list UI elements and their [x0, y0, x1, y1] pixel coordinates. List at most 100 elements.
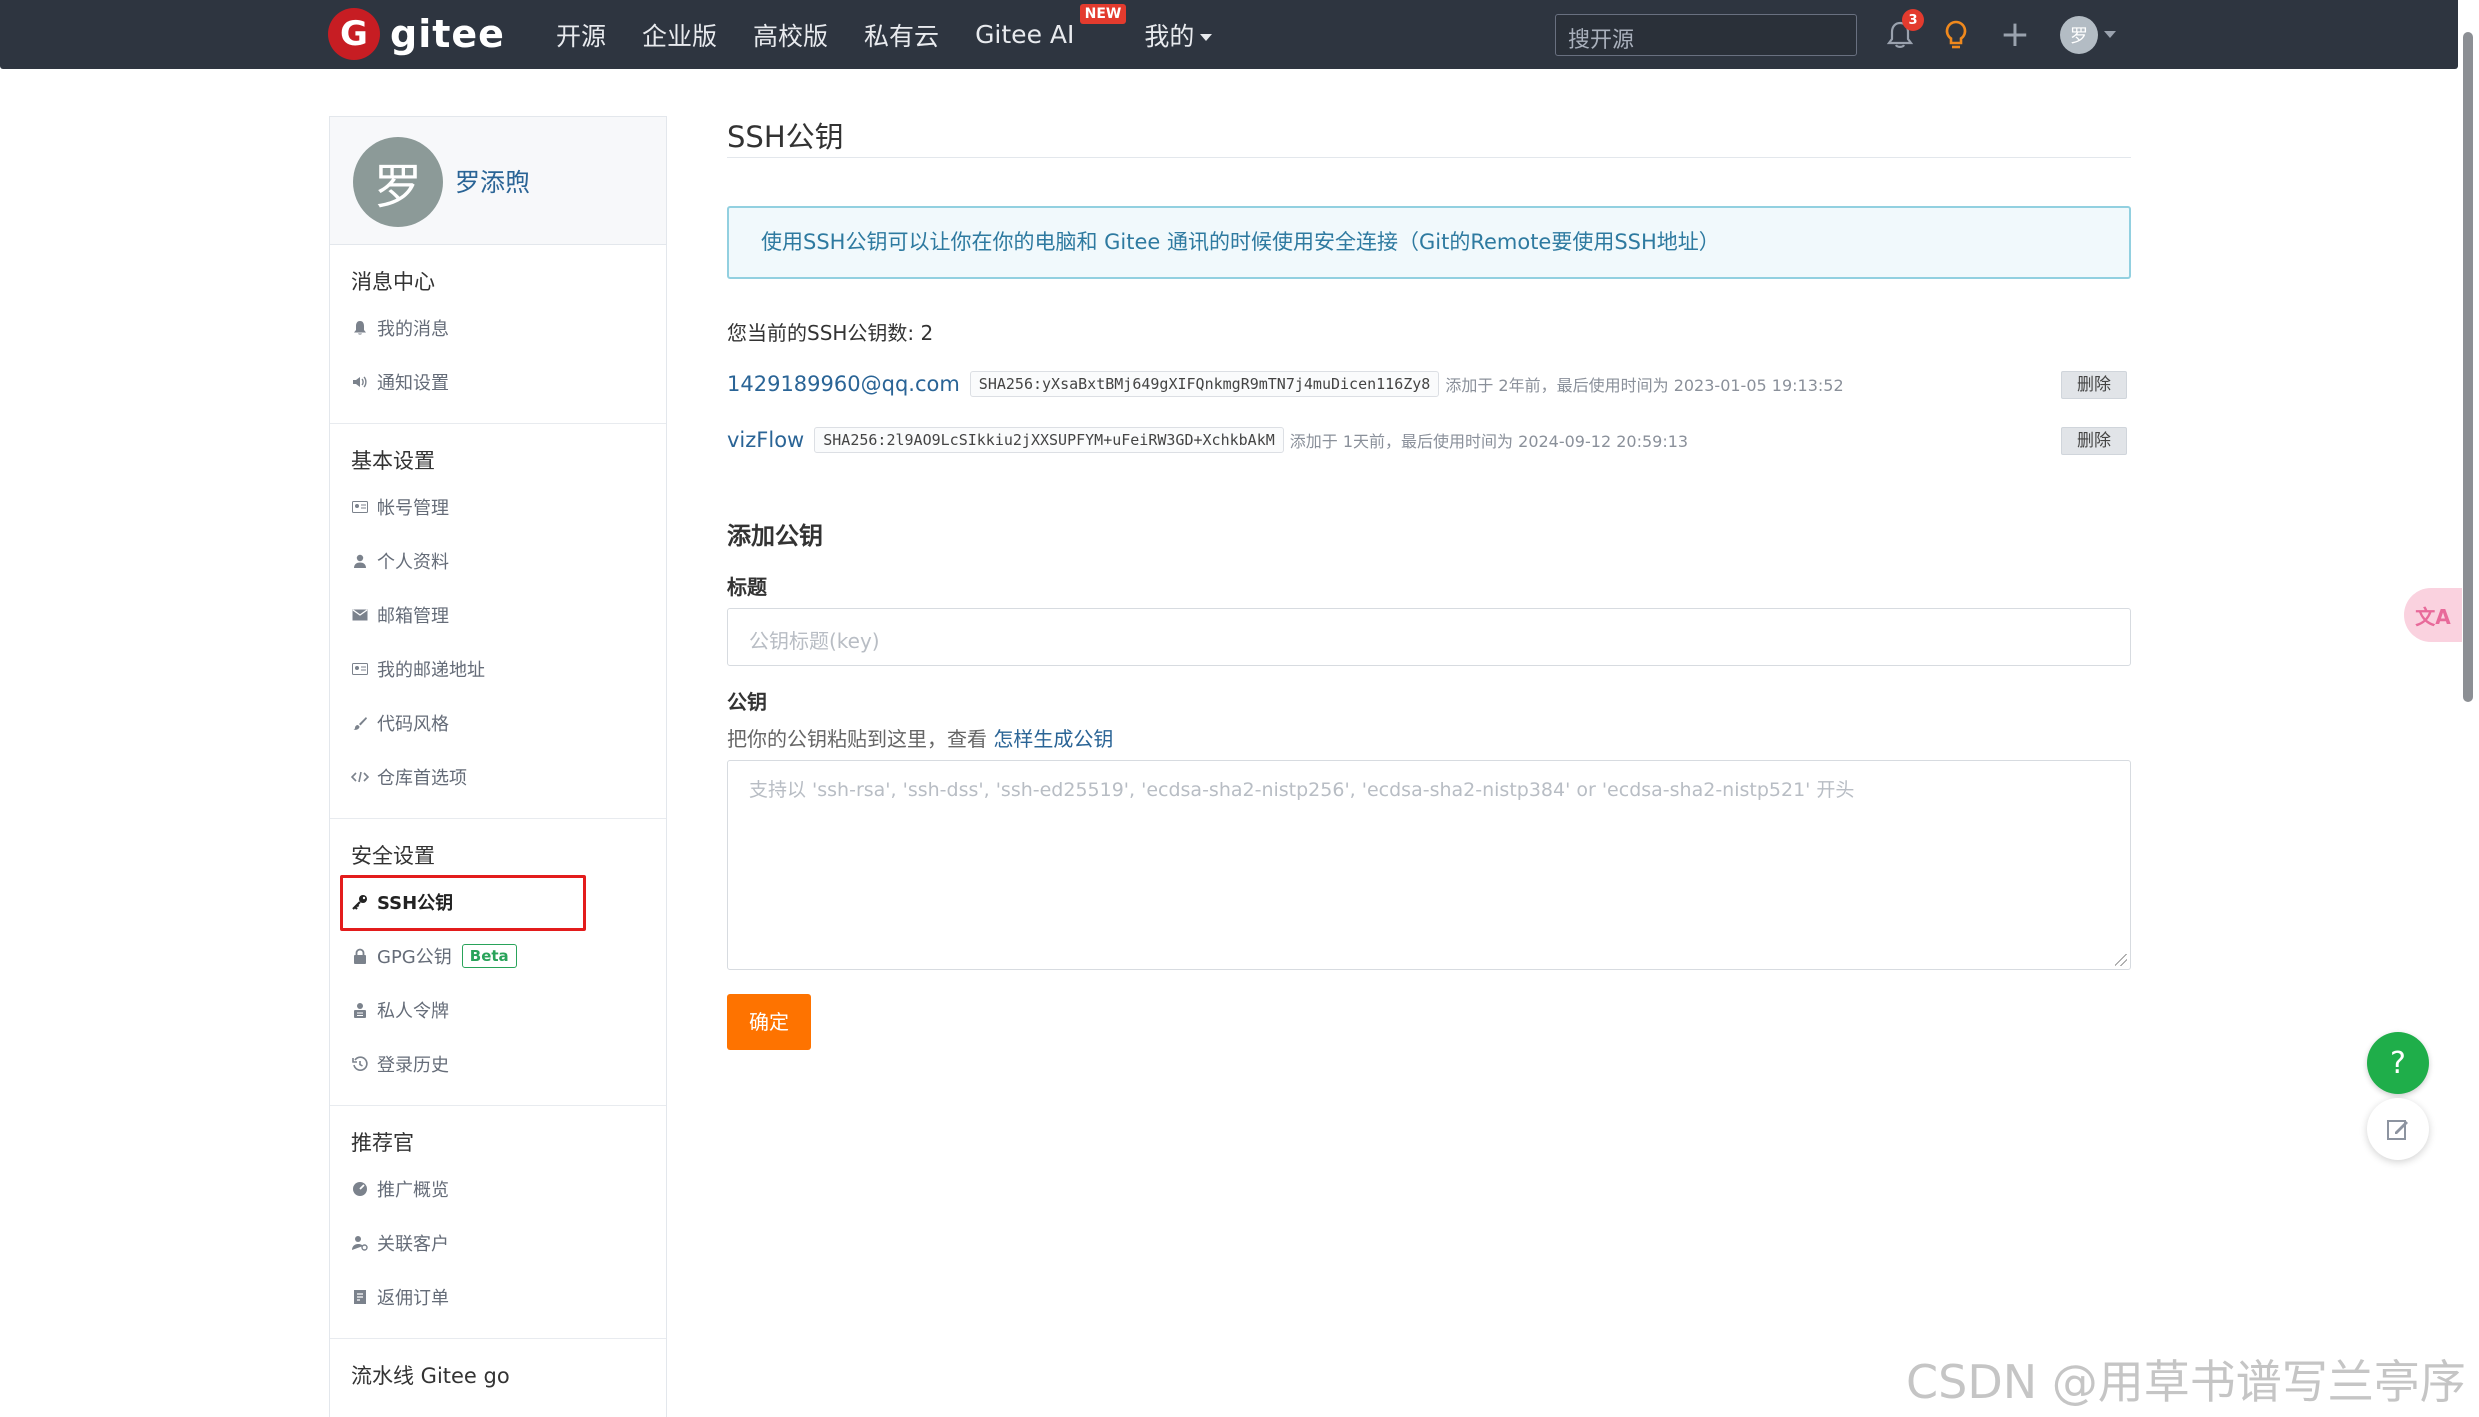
envelope-icon	[351, 606, 369, 624]
ssh-key-fingerprint: SHA256:2l9AO9LcSIkkiu2jXXSUPFYM+uFeiRW3G…	[814, 427, 1284, 453]
sidebar-group-title: 消息中心	[351, 270, 435, 294]
ssh-key-meta: 添加于 2年前，最后使用时间为 2023-01-05 19:13:52	[1445, 376, 1844, 395]
sidebar-item-label: 通知设置	[377, 373, 449, 394]
sidebar-item-gpg-keys[interactable]: GPG公钥 Beta	[330, 929, 666, 983]
nav-private-cloud[interactable]: 私有云	[864, 17, 939, 53]
gitee-logo[interactable]: G gitee	[328, 8, 505, 60]
title-label: 标题	[727, 575, 767, 599]
main-content: SSH公钥 使用SSH公钥可以让你在你的电脑和 Gitee 通讯的时候使用安全连…	[727, 110, 2131, 1050]
sidebar-group-title: 流水线 Gitee go	[351, 1364, 510, 1388]
sidebar-item-email[interactable]: 邮箱管理	[330, 588, 666, 642]
delete-key-button[interactable]: 删除	[2061, 427, 2127, 455]
submit-button[interactable]: 确定	[727, 994, 811, 1050]
sidebar-item-my-messages[interactable]: 我的消息	[330, 301, 666, 355]
sidebar-item-account[interactable]: 帐号管理	[330, 480, 666, 534]
nav-gitee-ai-label: Gitee AI	[975, 20, 1075, 49]
how-to-generate-key-link[interactable]: 怎样生成公钥	[993, 727, 1113, 751]
add-key-heading: 添加公钥	[727, 522, 823, 550]
search-input[interactable]: 搜开源	[1555, 14, 1857, 56]
resize-handle-icon[interactable]	[2115, 954, 2127, 966]
sidebar-item-label: 关联客户	[377, 1234, 449, 1255]
sidebar-group-title: 安全设置	[351, 844, 435, 868]
user-link-icon	[351, 1234, 369, 1252]
sidebar-item-repo-preferences[interactable]: 仓库首选项	[330, 750, 666, 804]
lock-icon	[351, 947, 369, 965]
history-icon	[351, 1055, 369, 1073]
edit-icon	[2387, 1120, 2408, 1140]
translate-icon[interactable]: 文A	[2404, 588, 2462, 642]
avatar[interactable]: 罗	[353, 137, 443, 227]
sidebar-item-ssh-keys[interactable]: SSH公钥	[330, 875, 666, 931]
watermark: CSDN @用草书谱写兰亭序	[1906, 1355, 2466, 1409]
nav-opensource[interactable]: 开源	[556, 17, 606, 53]
ssh-key-row: vizFlow SHA256:2l9AO9LcSIkkiu2jXXSUPFYM+…	[727, 412, 2131, 468]
gauge-icon	[351, 1180, 369, 1198]
user-avatar[interactable]: 罗	[2060, 16, 2098, 54]
nav-mine-dropdown[interactable]: 我的	[1144, 17, 1213, 53]
key-title-input[interactable]: 公钥标题(key)	[727, 608, 2131, 666]
sidebar-item-profile[interactable]: 个人资料	[330, 534, 666, 588]
user-icon	[351, 552, 369, 570]
delete-key-button[interactable]: 删除	[2061, 371, 2127, 399]
ideas-button[interactable]	[1938, 17, 1974, 53]
ssh-key-title[interactable]: 1429189960@qq.com	[727, 372, 960, 396]
sidebar-group-title: 基本设置	[351, 449, 435, 473]
beta-badge: Beta	[461, 944, 517, 968]
sidebar-group-basic: 基本设置 帐号管理 个人资料 邮箱管理 我的邮递地址 代码风格 仓库首选项	[330, 424, 666, 819]
sidebar-item-login-history[interactable]: 登录历史	[330, 1037, 666, 1091]
sidebar-item-label: 帐号管理	[377, 498, 449, 519]
nav-gitee-ai[interactable]: Gitee AI NEW	[975, 4, 1127, 49]
sidebar-item-label: 邮箱管理	[377, 606, 449, 627]
sidebar-group-title: 推荐官	[351, 1131, 414, 1155]
chevron-down-icon[interactable]	[2104, 31, 2116, 38]
speaker-icon	[351, 373, 369, 391]
new-badge: NEW	[1079, 4, 1127, 24]
ssh-key-title[interactable]: vizFlow	[727, 428, 804, 452]
sidebar-item-promotion-overview[interactable]: 推广概览	[330, 1162, 666, 1216]
sidebar-item-label: 私人令牌	[377, 1001, 449, 1022]
id-card-icon	[351, 498, 369, 516]
ssh-key-row: 1429189960@qq.com SHA256:yXsaBxtBMj649gX…	[727, 356, 2131, 412]
top-navbar: G gitee 开源 企业版 高校版 私有云 Gitee AI NEW 我的 搜…	[0, 0, 2458, 69]
notifications-button[interactable]: 3	[1882, 9, 1924, 53]
plus-icon[interactable]: +	[1997, 17, 2033, 53]
profile-name[interactable]: 罗添煦	[455, 163, 530, 199]
key-icon	[351, 893, 369, 911]
ssh-key-meta: 添加于 1天前，最后使用时间为 2024-09-12 20:59:13	[1289, 432, 1689, 451]
main-nav: 开源 企业版 高校版 私有云 Gitee AI NEW 我的	[556, 0, 1248, 69]
bell-icon	[351, 319, 369, 337]
nav-enterprise[interactable]: 企业版	[642, 17, 717, 53]
sidebar-item-code-style[interactable]: 代码风格	[330, 696, 666, 750]
sidebar-item-commission-orders[interactable]: 返佣订单	[330, 1270, 666, 1324]
code-icon	[351, 768, 369, 786]
help-text: 把你的公钥粘贴到这里，查看	[727, 727, 987, 751]
ssh-info-alert: 使用SSH公钥可以让你在你的电脑和 Gitee 通讯的时候使用安全连接（Git的…	[727, 206, 2131, 279]
feedback-button[interactable]	[2367, 1098, 2429, 1160]
sidebar-item-personal-tokens[interactable]: 私人令牌	[330, 983, 666, 1037]
sidebar-item-label: 推广概览	[377, 1180, 449, 1201]
help-button[interactable]: ?	[2367, 1032, 2429, 1094]
key-help-text: 把你的公钥粘贴到这里，查看 怎样生成公钥	[727, 723, 2131, 752]
ssh-key-fingerprint: SHA256:yXsaBxtBMj649gXIFQnkmgR9mTN7j4muD…	[969, 371, 1440, 397]
sidebar-item-notification-settings[interactable]: 通知设置	[330, 355, 666, 409]
sidebar-item-mailing-address[interactable]: 我的邮递地址	[330, 642, 666, 696]
gitee-logo-icon: G	[328, 8, 380, 60]
profile-card: 罗 罗添煦	[330, 117, 666, 245]
sidebar-group-messages: 消息中心 我的消息 通知设置	[330, 245, 666, 424]
sidebar-item-label: 登录历史	[377, 1055, 449, 1076]
nav-education[interactable]: 高校版	[753, 17, 828, 53]
logo-text: gitee	[390, 12, 505, 56]
sidebar-group-referral: 推荐官 推广概览 关联客户 返佣订单	[330, 1106, 666, 1339]
scrollbar-thumb[interactable]	[2463, 32, 2473, 702]
sidebar-item-label: 仓库首选项	[377, 768, 467, 789]
token-icon	[351, 1001, 369, 1019]
chevron-down-icon	[1200, 34, 1213, 41]
key-label: 公钥	[727, 690, 767, 714]
nav-mine-label: 我的	[1144, 21, 1195, 51]
sidebar-item-label: 个人资料	[377, 552, 449, 573]
lightbulb-icon	[1945, 20, 1967, 49]
sidebar-item-label: 我的消息	[377, 319, 449, 340]
sidebar-item-label: 返佣订单	[377, 1288, 449, 1309]
public-key-textarea[interactable]: 支持以 'ssh-rsa', 'ssh-dss', 'ssh-ed25519',…	[727, 760, 2131, 970]
sidebar-item-linked-customers[interactable]: 关联客户	[330, 1216, 666, 1270]
